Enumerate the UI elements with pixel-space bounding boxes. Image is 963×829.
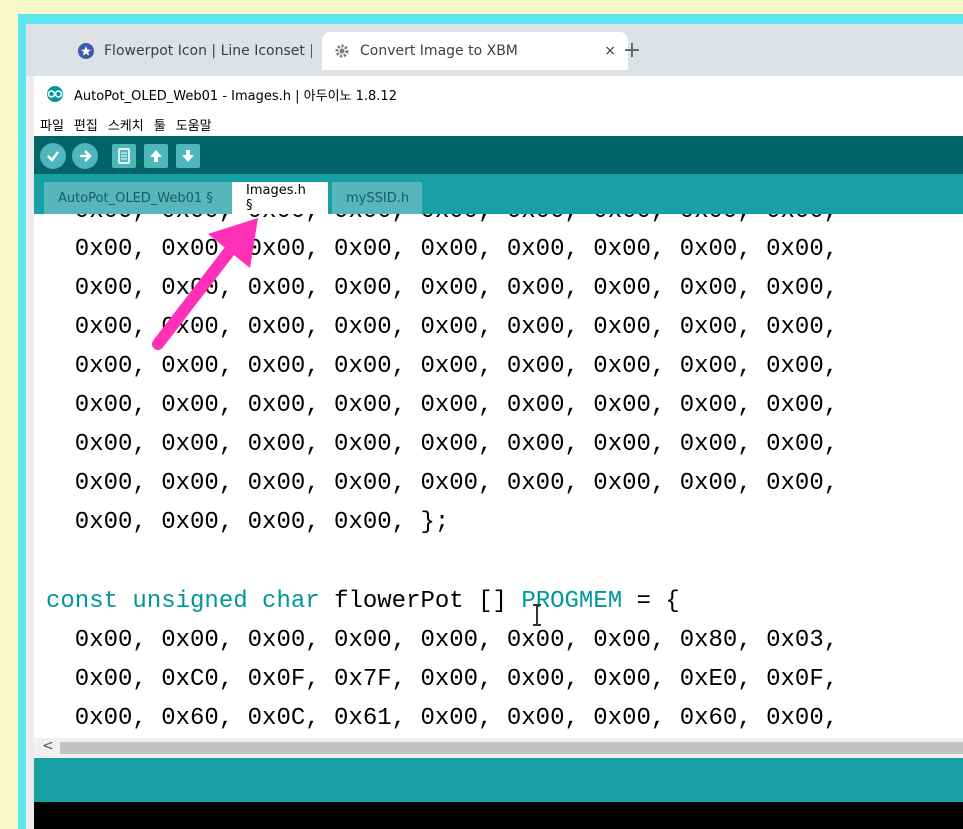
background-window-edge (26, 76, 34, 829)
scrollbar-thumb[interactable] (60, 742, 963, 754)
code-line: 0x00, 0x00, 0x00, 0x00, 0x00, 0x00, 0x00… (46, 392, 839, 419)
new-icon (118, 148, 130, 164)
array-brackets: [] (463, 588, 507, 615)
code-line: 0x00, 0x00, 0x00, 0x00, 0x00, 0x00, 0x00… (46, 353, 839, 380)
editor-tabs-bar: AutoPot_OLED_Web01 § Images.h § mySSID.h (34, 174, 963, 214)
code-line: 0x00, 0x60, 0x0C, 0x61, 0x00, 0x00, 0x00… (46, 705, 839, 732)
upload-icon (80, 150, 92, 162)
browser-tab-flowerpot[interactable]: Flowerpot Icon | Line Iconset | I × (66, 32, 344, 70)
menu-sketch[interactable]: 스케치 (108, 115, 144, 134)
horizontal-scrollbar[interactable]: < (34, 738, 963, 758)
browser-tab-xbm[interactable]: Convert Image to XBM × (322, 32, 628, 70)
verify-button[interactable] (40, 143, 66, 169)
code-line: 0x00, 0x00, 0x00, 0x00, 0x00, 0x00, 0x00… (46, 431, 839, 458)
arduino-logo-icon (44, 86, 66, 102)
code-line: 0x00, 0x00, 0x00, 0x00, }; (46, 509, 450, 536)
save-sketch-button[interactable] (176, 144, 200, 168)
menu-tools[interactable]: 툴 (154, 115, 166, 134)
browser-tab-label: Flowerpot Icon | Line Iconset | I (104, 43, 313, 59)
arduino-ide-window: AutoPot_OLED_Web01 - Images.h | 아두이노 1.8… (34, 76, 963, 829)
window-titlebar: AutoPot_OLED_Web01 - Images.h | 아두이노 1.8… (34, 76, 963, 112)
code-line: 0x00, 0x00, 0x00, 0x00, 0x00, 0x00, 0x00… (46, 470, 839, 497)
tab-myssid[interactable]: mySSID.h (332, 182, 422, 214)
code-line: 0x00, 0x00, 0x00, 0x00, 0x00, 0x00, 0x00… (46, 627, 839, 654)
identifier-flowerpot: flowerPot (334, 588, 464, 615)
new-sketch-button[interactable] (112, 144, 136, 168)
keyword-const: const (46, 588, 119, 615)
menu-file[interactable]: 파일 (40, 115, 64, 134)
close-icon[interactable]: × (604, 43, 616, 59)
assignment-open: = { (622, 588, 680, 615)
status-bar (34, 758, 963, 802)
console-output (34, 802, 963, 829)
menu-help[interactable]: 도움말 (176, 115, 212, 134)
open-sketch-button[interactable] (144, 144, 168, 168)
menu-edit[interactable]: 편집 (74, 115, 98, 134)
tab-autopot[interactable]: AutoPot_OLED_Web01 § (44, 182, 234, 214)
save-icon (182, 150, 194, 162)
browser-tab-label: Convert Image to XBM (360, 43, 518, 59)
star-badge-icon (78, 43, 94, 59)
upload-button[interactable] (72, 143, 98, 169)
verify-icon (47, 151, 59, 162)
code-line-declaration: const unsigned char flowerPot [] PROGMEM… (46, 588, 680, 615)
gear-icon (334, 43, 350, 59)
menu-bar: 파일 편집 스케치 툴 도움말 (34, 112, 963, 136)
annotation-arrow-icon (152, 218, 258, 350)
ide-toolbar (34, 136, 963, 174)
browser-tabstrip: Flowerpot Icon | Line Iconset | I × Conv… (26, 24, 963, 76)
tab-images[interactable]: Images.h § (232, 182, 328, 214)
window-title: AutoPot_OLED_Web01 - Images.h | 아두이노 1.8… (74, 88, 397, 104)
keyword-unsigned: unsigned (132, 588, 248, 615)
open-icon (150, 150, 162, 162)
code-line: 0x00, 0xC0, 0x0F, 0x7F, 0x00, 0x00, 0x00… (46, 666, 839, 693)
scroll-left-icon[interactable]: < (42, 738, 54, 754)
keyword-char: char (262, 588, 320, 615)
new-tab-button[interactable]: + (620, 38, 644, 63)
text-cursor-icon (531, 603, 543, 627)
